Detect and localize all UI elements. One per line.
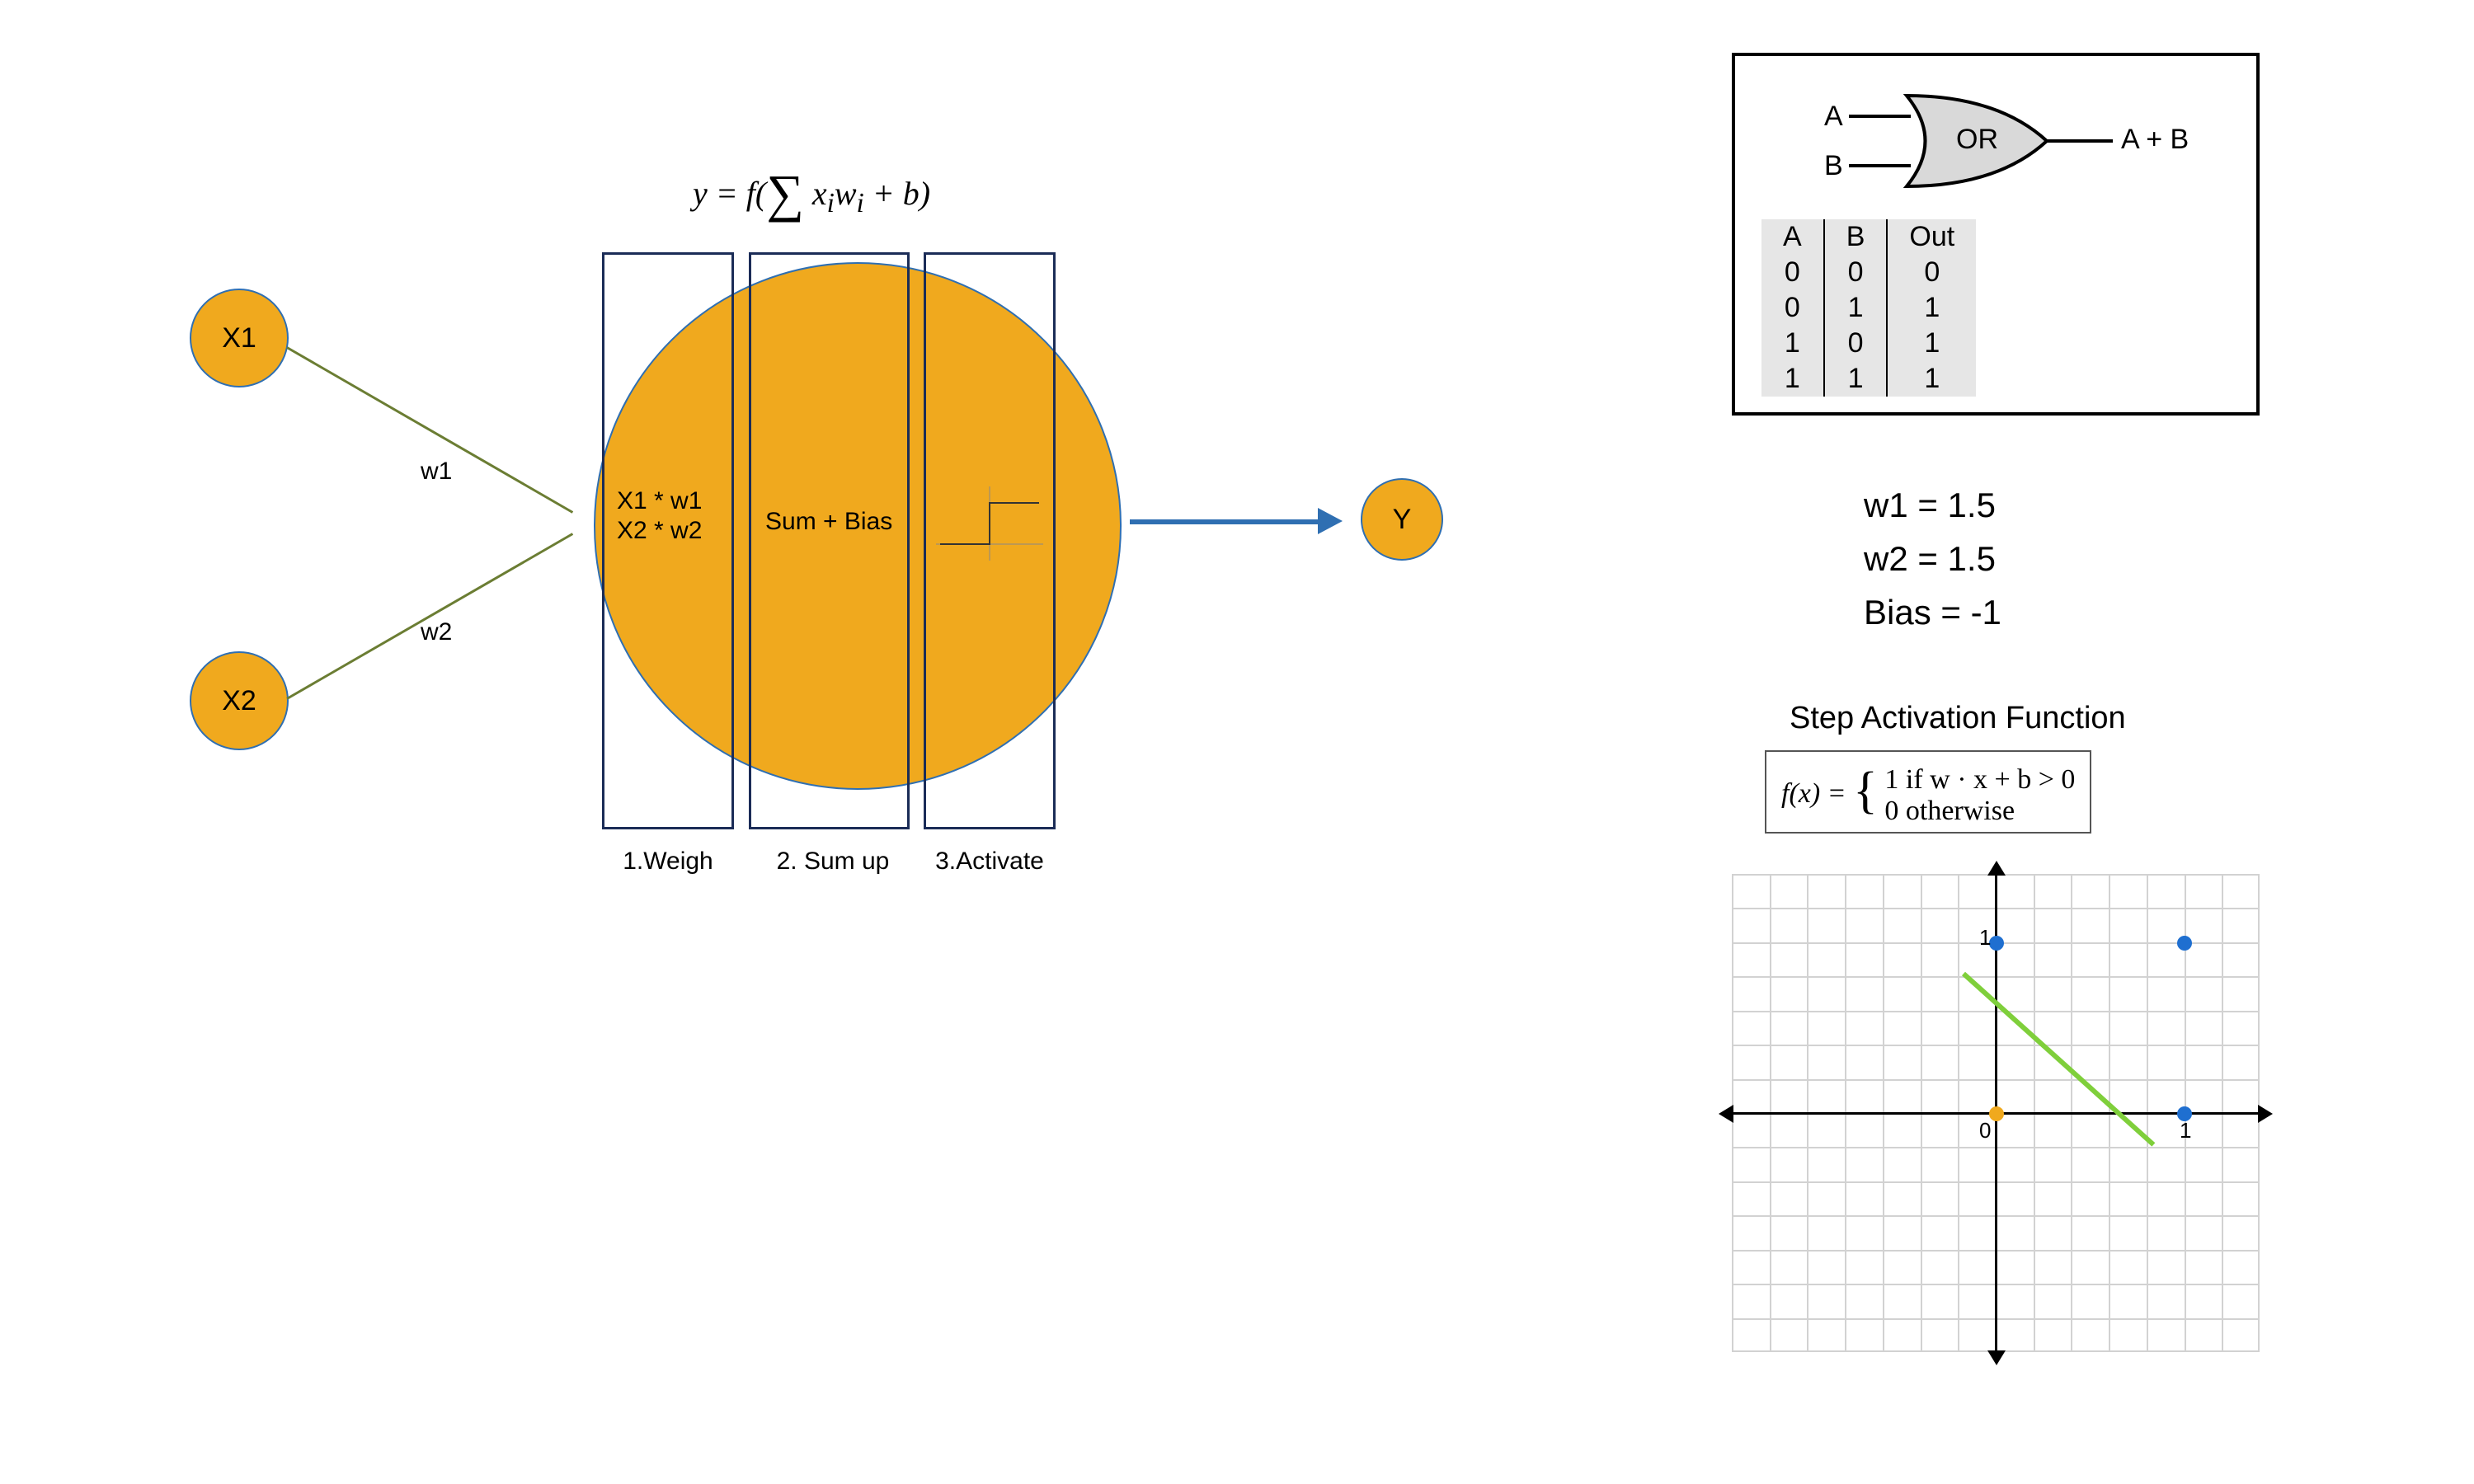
eq-lhs: y = f( xyxy=(693,175,766,212)
step-fn-definition: f(x) = { 1 if w · x + b > 0 0 otherwise xyxy=(1765,750,2091,834)
input-x2: X2 xyxy=(190,651,289,750)
eq-tail: + b) xyxy=(864,175,930,212)
eq-x: x xyxy=(812,175,827,212)
stage-sum-text: Sum + Bias xyxy=(765,507,892,537)
truth-table: A B Out 000 011 101 111 xyxy=(1761,219,1976,397)
eq-i2: i xyxy=(857,188,864,218)
x-axis-arrow-right-icon xyxy=(2258,1105,2273,1123)
table-row: 101 xyxy=(1761,326,1976,361)
sigma-icon: ∑ xyxy=(766,164,804,223)
output-y-label: Y xyxy=(1393,504,1412,536)
edge-w2 xyxy=(286,533,573,700)
y-axis-arrow-up-icon xyxy=(1987,861,2006,876)
perceptron-parameters: w1 = 1.5 w2 = 1.5 Bias = -1 xyxy=(1864,478,2001,639)
neuron-equation: y = f(∑ xiwi + b) xyxy=(693,157,930,219)
stage-sum-box xyxy=(749,252,910,829)
edge-w1 xyxy=(286,346,573,514)
input-x2-label: X2 xyxy=(222,685,256,717)
origin-label: 0 xyxy=(1979,1118,1991,1144)
weigh-line-2: X2 * w2 xyxy=(617,516,702,546)
chart-point-01 xyxy=(1989,936,2004,951)
edge-w1-label: w1 xyxy=(421,458,452,486)
or-gate-panel: A B OR A + B A B Out 000 011 101 111 xyxy=(1732,53,2260,416)
chart-point-11 xyxy=(2177,936,2192,951)
tt-head-a: A xyxy=(1761,219,1824,255)
output-y: Y xyxy=(1361,478,1443,561)
y-axis-arrow-down-icon xyxy=(1987,1350,2006,1365)
tt-head-out: Out xyxy=(1887,219,1976,255)
stage-sum-label: 2. Sum up xyxy=(759,848,907,876)
or-gate-input-b: B xyxy=(1824,150,1843,182)
weigh-line-1: X1 * w1 xyxy=(617,486,702,516)
x-axis-arrow-left-icon xyxy=(1719,1105,1733,1123)
step-fn-case1: 1 if w · x + b > 0 xyxy=(1884,764,2075,796)
x-tick-1: 1 xyxy=(2180,1118,2191,1144)
input-x1-label: X1 xyxy=(222,322,256,355)
or-gate-label: OR xyxy=(1956,124,1998,156)
tt-head-b: B xyxy=(1824,219,1888,255)
or-gate-output: A + B xyxy=(2121,124,2189,156)
stage-weigh-label: 1.Weigh xyxy=(602,848,734,876)
eq-i1: i xyxy=(827,188,835,218)
output-arrow-head-icon xyxy=(1318,508,1343,534)
table-row: 011 xyxy=(1761,290,1976,326)
param-w2: w2 = 1.5 xyxy=(1864,532,2001,585)
step-fn-title: Step Activation Function xyxy=(1790,701,2126,736)
input-x1: X1 xyxy=(190,289,289,387)
param-bias: Bias = -1 xyxy=(1864,585,2001,639)
table-row: 111 xyxy=(1761,361,1976,397)
stage-weigh-text: X1 * w1 X2 * w2 xyxy=(617,486,702,546)
table-row: 000 xyxy=(1761,255,1976,290)
edge-w2-label: w2 xyxy=(421,618,452,646)
eq-w: w xyxy=(835,175,857,212)
stage-activate-label: 3.Activate xyxy=(924,848,1056,876)
param-w1: w1 = 1.5 xyxy=(1864,478,2001,532)
chart-point-00 xyxy=(1989,1106,2004,1121)
y-tick-1: 1 xyxy=(1979,925,1991,951)
output-arrow xyxy=(1130,519,1319,524)
decision-boundary-chart: 1 1 0 xyxy=(1732,874,2260,1352)
step-fn-lhs: f(x) = xyxy=(1781,778,1853,809)
or-gate-input-a: A xyxy=(1824,101,1843,133)
step-function-icon xyxy=(936,486,1043,561)
step-fn-case2: 0 otherwise xyxy=(1884,796,2075,827)
